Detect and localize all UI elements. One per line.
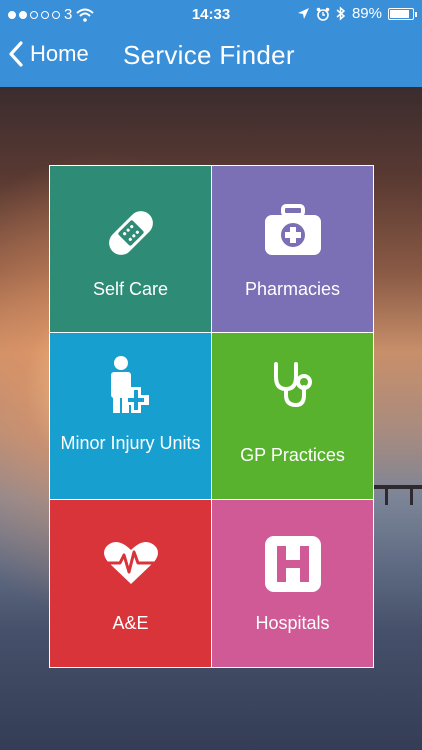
battery-icon	[388, 7, 417, 20]
heartbeat-icon	[101, 541, 160, 584]
tile-hospitals[interactable]: Hospitals	[212, 500, 373, 667]
tile-gp-practices[interactable]: GP Practices	[212, 333, 373, 499]
tile-minor-injury-units[interactable]: Minor Injury Units	[50, 333, 211, 499]
tile-self-care[interactable]: Self Care	[50, 166, 211, 332]
chevron-left-icon	[9, 41, 23, 67]
stethoscope-icon	[273, 362, 312, 408]
back-button[interactable]: Home	[8, 40, 89, 68]
tile-label: Self Care	[92, 279, 169, 299]
navigation-bar: Home Service Finder	[0, 30, 422, 87]
service-grid: Self Care Pharmacies Minor Injury Units …	[49, 165, 374, 668]
tile-label: Hospitals	[255, 613, 330, 633]
page-title: Service Finder	[123, 40, 295, 70]
location-arrow-icon	[297, 8, 309, 19]
tile-label: Pharmacies	[244, 279, 341, 299]
tile-a-and-e[interactable]: A&E	[50, 500, 211, 667]
tile-pharmacies[interactable]: Pharmacies	[212, 166, 373, 332]
header: 3 14:33 89% Home Service Finder	[0, 0, 422, 87]
first-aid-kit-icon	[264, 204, 321, 255]
back-button-label: Home	[30, 41, 89, 66]
hospital-sign-icon	[264, 536, 321, 592]
alarm-clock-icon	[316, 7, 330, 21]
bandage-icon	[108, 211, 153, 255]
status-bar: 3 14:33 89%	[0, 0, 422, 30]
tile-label: GP Practices	[240, 445, 345, 465]
tile-label: Minor Injury Units	[60, 433, 201, 453]
battery-percent: 89%	[351, 5, 382, 22]
injured-person-icon	[110, 356, 149, 413]
tile-label: A&E	[112, 613, 149, 633]
bluetooth-icon	[336, 6, 346, 21]
